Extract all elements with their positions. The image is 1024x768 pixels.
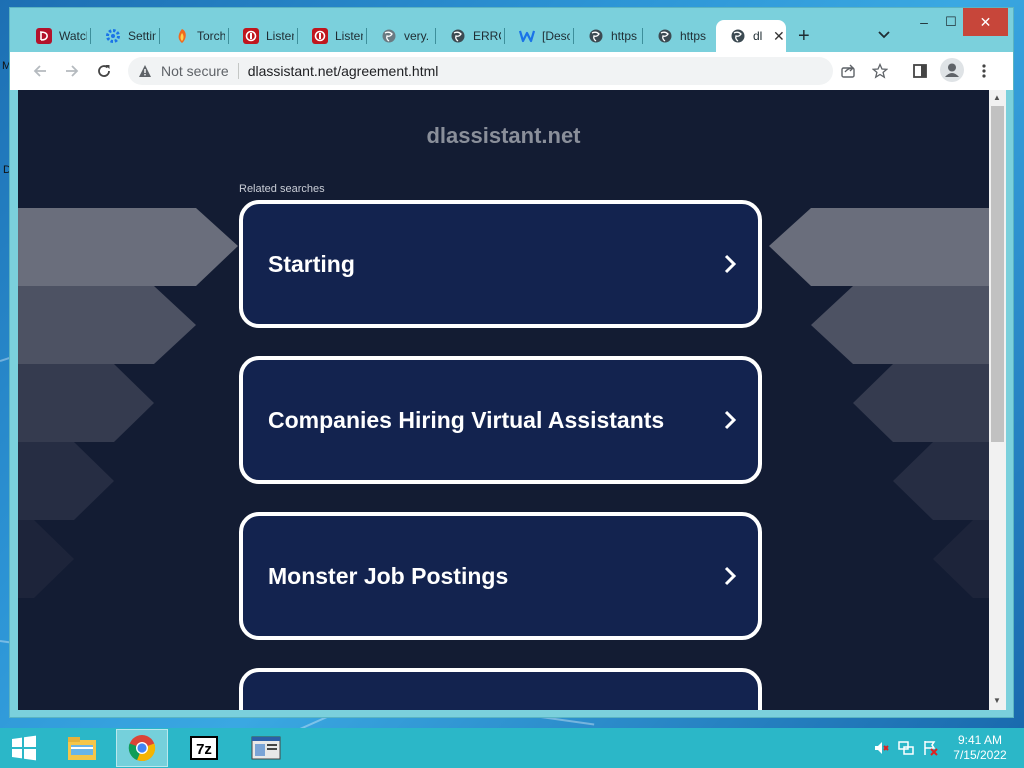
profile-avatar-icon[interactable] (940, 58, 964, 82)
globe-icon (657, 28, 673, 44)
chrome-icon[interactable] (116, 729, 168, 767)
tab-torch[interactable]: Torch (160, 20, 229, 52)
tab-label: Settings (128, 29, 156, 43)
listen-icon (312, 28, 328, 44)
tab-error[interactable]: ERROR (436, 20, 505, 52)
url-text[interactable]: dlassistant.net/agreement.html (248, 63, 439, 79)
tab-strip: Watch Settings Torch Listen (10, 8, 1013, 52)
tab-listen-2[interactable]: Listen (298, 20, 367, 52)
bookmark-star-icon[interactable] (871, 62, 889, 80)
search-result-link[interactable]: Starting (239, 200, 762, 328)
torch-icon (174, 28, 190, 44)
globe-icon (450, 28, 466, 44)
search-result-label: Companies Hiring Virtual Assistants (268, 406, 665, 433)
listen-icon (243, 28, 259, 44)
close-window-button[interactable]: ✕ (963, 8, 1008, 36)
reload-icon[interactable] (94, 61, 114, 81)
menu-kebab-icon[interactable] (975, 62, 993, 80)
tab-dlassistant[interactable]: dl ✕ (716, 20, 786, 52)
tab-label: Watch (59, 29, 87, 43)
tab-label: https (680, 29, 707, 43)
network-icon[interactable] (898, 740, 914, 756)
clock-time: 9:41 AM (957, 733, 1003, 747)
maximize-button[interactable]: ☐ (936, 8, 966, 36)
side-panel-icon[interactable] (911, 62, 929, 80)
windows-logo-icon (12, 735, 36, 761)
related-searches-label: Related searches (239, 183, 325, 195)
share-icon[interactable] (839, 62, 857, 80)
7zip-icon[interactable]: 7z (178, 729, 230, 767)
scroll-down-arrow-icon[interactable]: ▼ (993, 696, 1001, 705)
tab-listen-1[interactable]: Listen (229, 20, 298, 52)
w-icon (519, 28, 535, 44)
taskbar: 7z 9:41 AM 7/15/2022 (0, 728, 1024, 768)
chevron-right-icon (724, 410, 737, 430)
clock-date: 7/15/2022 (953, 748, 1007, 762)
search-result-link[interactable] (239, 668, 762, 710)
globe-icon (381, 28, 397, 44)
search-result-link[interactable]: Companies Hiring Virtual Assistants (239, 356, 762, 484)
page-viewport: dlassistant.net Related searches Startin… (18, 90, 989, 710)
file-explorer-icon[interactable] (56, 729, 108, 767)
tab-label: Listen (266, 29, 294, 43)
page-scrollbar[interactable]: ▲ ▼ (989, 90, 1006, 710)
chevron-right-icon (724, 254, 737, 274)
browser-toolbar: Not secure dlassistant.net/agreement.htm… (10, 52, 1013, 90)
search-result-label: Starting (268, 250, 355, 277)
globe-icon (730, 28, 746, 44)
address-bar[interactable]: Not secure dlassistant.net/agreement.htm… (128, 57, 833, 85)
start-button[interactable] (0, 729, 48, 767)
search-result-link[interactable]: Monster Job Postings (239, 512, 762, 640)
tab-very[interactable]: very. (367, 20, 436, 52)
disney-plus-icon (36, 28, 52, 44)
warning-icon[interactable] (138, 64, 152, 78)
tab-desc[interactable]: [Desc (505, 20, 574, 52)
speaker-muted-icon[interactable] (874, 740, 890, 756)
search-result-label: Monster Job Postings (268, 562, 509, 589)
chevron-right-icon (724, 566, 737, 586)
system-clock[interactable]: 9:41 AM 7/15/2022 (948, 733, 1012, 763)
back-icon[interactable] (30, 61, 50, 81)
tab-label: Listen (335, 29, 363, 43)
new-tab-button[interactable]: + (798, 26, 810, 46)
action-center-flag-icon[interactable] (922, 740, 938, 756)
scroll-up-arrow-icon[interactable]: ▲ (993, 93, 1001, 102)
browser-window: Watch Settings Torch Listen (10, 8, 1013, 717)
site-title: dlassistant.net (426, 123, 581, 148)
window-app-icon[interactable] (240, 729, 292, 767)
tab-close-icon[interactable]: ✕ (773, 28, 785, 45)
scrollbar-thumb[interactable] (991, 106, 1004, 442)
tab-label: ERROR (473, 29, 501, 43)
tab-label: [Desc (542, 29, 570, 43)
svg-text:7z: 7z (196, 741, 212, 758)
tab-label: dl (753, 29, 763, 43)
tab-label: https (611, 29, 638, 43)
tab-label: very. (404, 29, 430, 43)
globe-icon (588, 28, 604, 44)
tab-watch[interactable]: Watch (22, 20, 91, 52)
tab-settings[interactable]: Settings (91, 20, 160, 52)
tab-https-1[interactable]: https (574, 20, 643, 52)
forward-icon[interactable] (62, 61, 82, 81)
security-status-label: Not secure (161, 63, 229, 79)
tab-label: Torch (197, 29, 225, 43)
tab-search-button[interactable] (878, 28, 890, 42)
settings-gear-icon (105, 28, 121, 44)
minimize-button[interactable]: – (909, 8, 939, 36)
tab-https-2[interactable]: https (643, 20, 712, 52)
